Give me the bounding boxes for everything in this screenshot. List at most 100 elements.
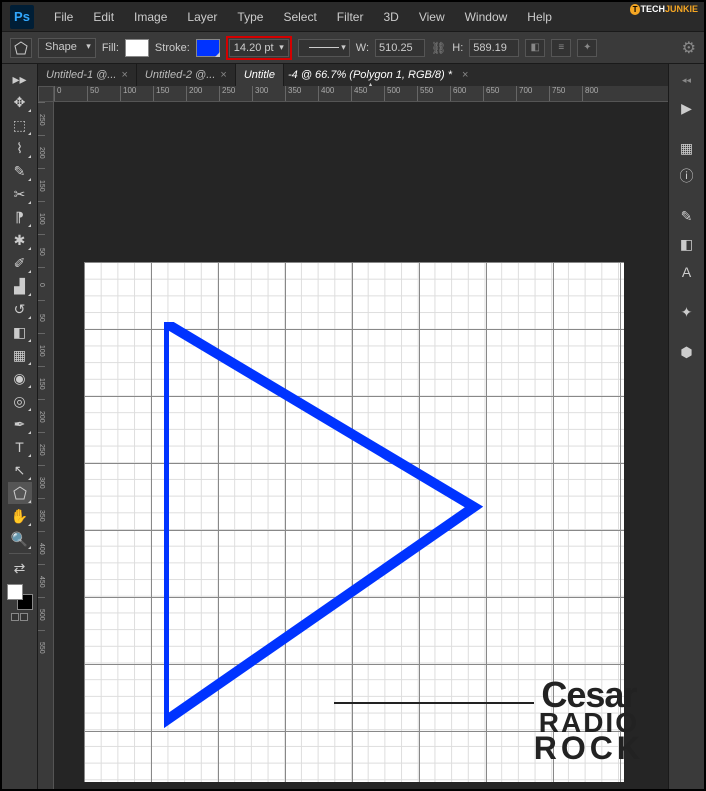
stroke-swatch[interactable] xyxy=(196,39,220,57)
close-icon[interactable]: × xyxy=(121,69,127,81)
clone-source-panel-icon[interactable]: ◧ xyxy=(675,232,699,256)
histogram-panel-icon[interactable]: ▦ xyxy=(675,136,699,160)
document-tab[interactable]: Untitled-2 @... × xyxy=(137,64,236,86)
document-tabs: Untitled-1 @...×Untitled-2 @...×Untitle … xyxy=(38,64,668,86)
move-tool[interactable]: ✥ xyxy=(8,91,32,113)
blur-tool[interactable]: ◉ xyxy=(8,367,32,389)
brush-tool[interactable]: ✐ xyxy=(8,252,32,274)
collapse-right-icon[interactable]: ◂◂ xyxy=(675,68,699,92)
ruler-tick: 750 xyxy=(549,86,582,101)
gradient-tool[interactable]: ▦ xyxy=(8,344,32,366)
stroke-style-dropdown[interactable] xyxy=(298,39,350,57)
foreground-color[interactable] xyxy=(7,584,23,600)
history-brush-tool[interactable]: ↺ xyxy=(8,298,32,320)
ruler-tick: 550 xyxy=(38,630,45,663)
swap-colors-icon[interactable]: ⇄ xyxy=(8,557,32,579)
ruler-tick: 50 xyxy=(38,234,45,267)
menu-select[interactable]: Select xyxy=(273,6,326,28)
watermark-cesar: Cesar RADIO ROCK xyxy=(534,680,644,762)
right-panel: ◂◂ ▶ ▦ ⓘ ✎ ◧ A ✦ ⬢ xyxy=(668,64,704,789)
ruler-tick: 650 xyxy=(483,86,516,101)
ruler-tick: 0 xyxy=(54,86,87,101)
crop-tool[interactable]: ✂ xyxy=(8,183,32,205)
document-area: Untitled-1 @...×Untitled-2 @...×Untitle … xyxy=(38,64,668,789)
ruler-tick: 250 xyxy=(38,432,45,465)
collapse-arrow-icon[interactable]: ▸▸ xyxy=(8,68,32,90)
app-logo[interactable]: Ps xyxy=(10,5,34,29)
menu-layer[interactable]: Layer xyxy=(177,6,227,28)
lasso-tool[interactable]: ⌇ xyxy=(8,137,32,159)
eraser-tool[interactable]: ◧ xyxy=(8,321,32,343)
close-icon[interactable]: × xyxy=(220,69,226,81)
ruler-tick: 350 xyxy=(285,86,318,101)
path-arrangement-icon[interactable]: ✦ xyxy=(577,39,597,57)
ruler-origin[interactable] xyxy=(38,86,54,102)
menu-3d[interactable]: 3D xyxy=(373,6,408,28)
gear-icon[interactable]: ⚙ xyxy=(682,38,696,58)
menu-window[interactable]: Window xyxy=(455,6,518,28)
pen-tool[interactable]: ✒ xyxy=(8,413,32,435)
ruler-tick: 450 xyxy=(38,564,45,597)
quick-selection-tool[interactable]: ✎ xyxy=(8,160,32,182)
stroke-width-input[interactable]: 14.20 pt▾ xyxy=(229,39,289,57)
document-tab[interactable]: Untitled-1 @...× xyxy=(38,64,137,86)
link-dimensions-icon[interactable]: ⛓ xyxy=(431,41,446,55)
character-panel-icon[interactable]: A xyxy=(675,260,699,284)
menu-type[interactable]: Type xyxy=(227,6,273,28)
ruler-tick: 700 xyxy=(516,86,549,101)
dodge-tool[interactable]: ◎ xyxy=(8,390,32,412)
fill-swatch[interactable] xyxy=(125,39,149,57)
watermark-tech: TECH xyxy=(640,4,665,14)
horizontal-ruler[interactable]: 0501001502002503003504004505005506006507… xyxy=(54,86,668,102)
vertical-ruler[interactable]: 2502001501005005010015020025030035040045… xyxy=(38,102,54,789)
ruler-tick: 250 xyxy=(38,102,45,135)
path-alignment-icon[interactable]: ≡ xyxy=(551,39,571,57)
canvas[interactable]: Cesar RADIO ROCK xyxy=(84,262,624,782)
ruler-tick: 400 xyxy=(38,531,45,564)
marquee-tool[interactable]: ⬚ xyxy=(8,114,32,136)
ruler-tick: 300 xyxy=(38,465,45,498)
separator xyxy=(9,553,31,554)
path-selection-tool[interactable]: ↖ xyxy=(8,459,32,481)
canvas-viewport[interactable]: Cesar RADIO ROCK xyxy=(54,102,668,789)
play-panel-icon[interactable]: ▶ xyxy=(675,96,699,120)
menu-edit[interactable]: Edit xyxy=(83,6,124,28)
tool-presets-panel-icon[interactable]: ✦ xyxy=(675,300,699,324)
close-icon[interactable]: × xyxy=(456,69,474,81)
type-tool[interactable]: T xyxy=(8,436,32,458)
shape-tool[interactable] xyxy=(8,482,32,504)
ruler-tick: 200 xyxy=(38,399,45,432)
hand-tool[interactable]: ✋ xyxy=(8,505,32,527)
3d-panel-icon[interactable]: ⬢ xyxy=(675,340,699,364)
healing-brush-tool[interactable]: ✱ xyxy=(8,229,32,251)
document-tab[interactable]: Untitle xyxy=(236,64,284,86)
color-swatches[interactable] xyxy=(7,584,33,610)
zoom-tool[interactable]: 🔍 xyxy=(8,528,32,550)
eyedropper-tool[interactable]: ⁋ xyxy=(8,206,32,228)
menu-image[interactable]: Image xyxy=(124,6,177,28)
menu-file[interactable]: File xyxy=(44,6,83,28)
menu-view[interactable]: View xyxy=(409,6,455,28)
path-operations-icon[interactable]: ◧ xyxy=(525,39,545,57)
ruler-tick: 150 xyxy=(153,86,186,101)
ruler-tick: 50 xyxy=(87,86,120,101)
ruler-tick: 500 xyxy=(384,86,417,101)
width-input[interactable] xyxy=(375,39,425,57)
info-panel-icon[interactable]: ⓘ xyxy=(675,164,699,188)
menu-help[interactable]: Help xyxy=(517,6,562,28)
ruler-tick: 100 xyxy=(120,86,153,101)
ruler-tick: 450 xyxy=(351,86,384,101)
polygon-tool-icon[interactable] xyxy=(10,38,32,58)
clone-stamp-tool[interactable]: ▟ xyxy=(8,275,32,297)
polygon-shape[interactable] xyxy=(164,322,504,742)
height-input[interactable] xyxy=(469,39,519,57)
ruler-tick: 150 xyxy=(38,168,45,201)
brush-presets-panel-icon[interactable]: ✎ xyxy=(675,204,699,228)
ruler-tick: 400 xyxy=(318,86,351,101)
shape-mode-dropdown[interactable]: Shape xyxy=(38,38,96,58)
tab-label: Untitled-2 @... xyxy=(145,69,215,81)
quick-mask-icons[interactable] xyxy=(11,613,28,621)
ruler-tick: 350 xyxy=(38,498,45,531)
ruler-tick: 250 xyxy=(219,86,252,101)
menu-filter[interactable]: Filter xyxy=(327,6,374,28)
